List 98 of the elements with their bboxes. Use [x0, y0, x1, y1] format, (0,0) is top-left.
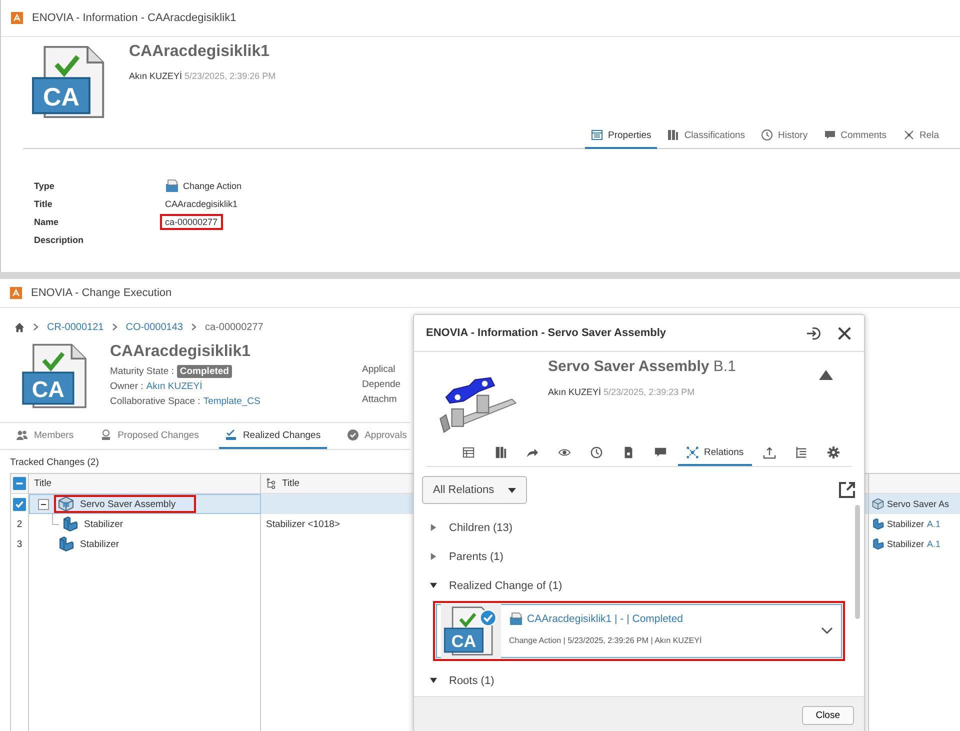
relation-title-link[interactable]: CAAracdegisiklik1 | - | Completed: [527, 612, 684, 624]
people-icon: [16, 429, 28, 441]
triangle-right-icon: [430, 553, 437, 560]
section-toggle[interactable]: Roots (1): [430, 666, 494, 695]
field-label: Collaborative Space :: [110, 396, 200, 407]
section-toggle[interactable]: Parents (1): [430, 542, 504, 571]
breadcrumb-link[interactable]: CO-0000143: [126, 322, 183, 332]
tab[interactable]: Relations: [678, 440, 752, 466]
revision-link[interactable]: A.1: [927, 519, 941, 529]
triangle-down-icon: [430, 677, 437, 684]
open-external-icon[interactable]: [838, 481, 856, 499]
comment-icon: [824, 129, 836, 141]
row-number: 3: [16, 538, 22, 550]
section-heading: Tracked Changes (2): [10, 457, 99, 468]
check-circle-icon: [346, 429, 359, 441]
network-icon: [686, 446, 699, 458]
field-label: Depende: [362, 379, 401, 390]
field-label: Maturity State :: [110, 366, 174, 377]
table-cell: Stabilizer: [887, 519, 924, 529]
field-label: Attachm: [362, 394, 398, 405]
revision-label: B.1: [713, 358, 736, 375]
select-all-checkbox[interactable]: [13, 477, 26, 490]
row-checkbox[interactable]: [13, 498, 26, 510]
revision-link[interactable]: A.1: [927, 539, 941, 549]
triangle-down-icon: [430, 582, 437, 589]
part-icon: [62, 516, 78, 532]
close-button[interactable]: Close: [802, 706, 854, 724]
part-title[interactable]: Stabilizer: [84, 518, 124, 530]
field-label: Applical: [362, 364, 396, 375]
assembly-icon: [58, 496, 74, 512]
tab[interactable]: Proposed Changes: [94, 423, 205, 449]
property-value: CAAracdegisiklik1: [164, 198, 239, 211]
property-label: Description: [34, 235, 85, 245]
app-logo-icon: [11, 12, 23, 24]
chevron-down-icon[interactable]: [821, 627, 833, 635]
tab[interactable]: Members: [10, 423, 80, 449]
chevron-icon: [112, 323, 118, 331]
column-header[interactable]: Title: [29, 474, 261, 494]
relation-details: Change Action | 5/23/2025, 2:39:26 PM | Akın KUZEYİ: [509, 636, 703, 644]
home-icon[interactable]: [14, 322, 25, 332]
tree-icon: [266, 478, 277, 489]
collapse-icon[interactable]: [818, 369, 834, 381]
check-icon: [224, 429, 237, 441]
dialog-title: ENOVIA - Information - Servo Saver Assembly: [426, 327, 668, 339]
clock-icon: [761, 129, 774, 141]
bars-icon: [667, 129, 680, 141]
table-cell: Stabilizer: [887, 539, 924, 549]
relation-card[interactable]: CA CAAracdegisiklik1 | - | Completed Change Action | 5/23/2025, 2:39:26 PM | Akın KUZEYİ: [436, 604, 842, 658]
part-icon: [872, 518, 884, 530]
owner-link[interactable]: Akın KUZEYİ: [146, 381, 202, 392]
relations-dropdown[interactable]: All Relations: [422, 476, 528, 504]
chevron-icon: [190, 323, 197, 331]
window-title: ENOVIA - Change Execution: [31, 287, 172, 299]
property-label: Type: [34, 181, 56, 191]
section-toggle[interactable]: Realized Change of (1): [430, 571, 562, 600]
assembly-icon: [872, 498, 884, 510]
part-title[interactable]: Stabilizer: [80, 538, 120, 550]
table-cell: Servo Saver As: [887, 499, 950, 509]
state-badge: Completed: [176, 365, 232, 378]
property-value: ca-00000277: [160, 214, 223, 230]
window-title: ENOVIA - Information - CAAracdegisiklik1: [32, 12, 236, 24]
app-logo-icon: [10, 287, 22, 299]
breadcrumb-current: ca-00000277: [204, 322, 264, 332]
change-action-type-icon: [509, 612, 523, 626]
property-label: Title: [34, 199, 54, 209]
tab[interactable]: Properties: [585, 123, 658, 149]
modified-date: 5/23/2025, 2:39:23 PM: [604, 387, 695, 397]
modified-date: 5/23/2025, 2:39:26 PM: [184, 71, 276, 81]
object-title: CAAracdegisiklik1: [110, 343, 252, 361]
change-action-icon: CA: [441, 604, 501, 658]
row-number: 2: [16, 518, 22, 530]
scrollbar-thumb[interactable]: [854, 505, 860, 619]
property-label: Name: [34, 217, 60, 227]
stamp-icon: [100, 429, 112, 441]
space-link[interactable]: Template_CS: [203, 396, 260, 407]
tab[interactable]: Realized Changes: [218, 423, 327, 449]
part-icon: [58, 536, 74, 552]
tab[interactable]: Classifications: [661, 123, 752, 149]
sign-in-icon[interactable]: [806, 326, 821, 340]
tab[interactable]: History: [755, 123, 814, 149]
network-icon: [902, 129, 915, 141]
tab[interactable]: Approvals: [340, 423, 413, 449]
field-label: Owner :: [110, 381, 144, 392]
change-action-type-icon: [165, 179, 179, 193]
object-title: Servo Saver Assembly: [548, 358, 710, 375]
chevron-icon: [33, 323, 39, 331]
close-icon[interactable]: [837, 326, 852, 340]
property-value: Change Action: [160, 176, 247, 196]
tab[interactable]: Rela: [896, 123, 946, 149]
breadcrumb-link[interactable]: CR-0000121: [47, 322, 104, 332]
object-title: CAAracdegisiklik1: [129, 43, 271, 61]
part-icon: [872, 538, 884, 550]
collapse-icon[interactable]: [38, 498, 49, 510]
author-name: Akın KUZEYİ: [548, 387, 602, 397]
author-name: Akın KUZEYİ: [129, 71, 182, 81]
list-icon: [591, 129, 603, 141]
triangle-right-icon: [430, 524, 437, 531]
tab[interactable]: Comments: [818, 123, 893, 149]
